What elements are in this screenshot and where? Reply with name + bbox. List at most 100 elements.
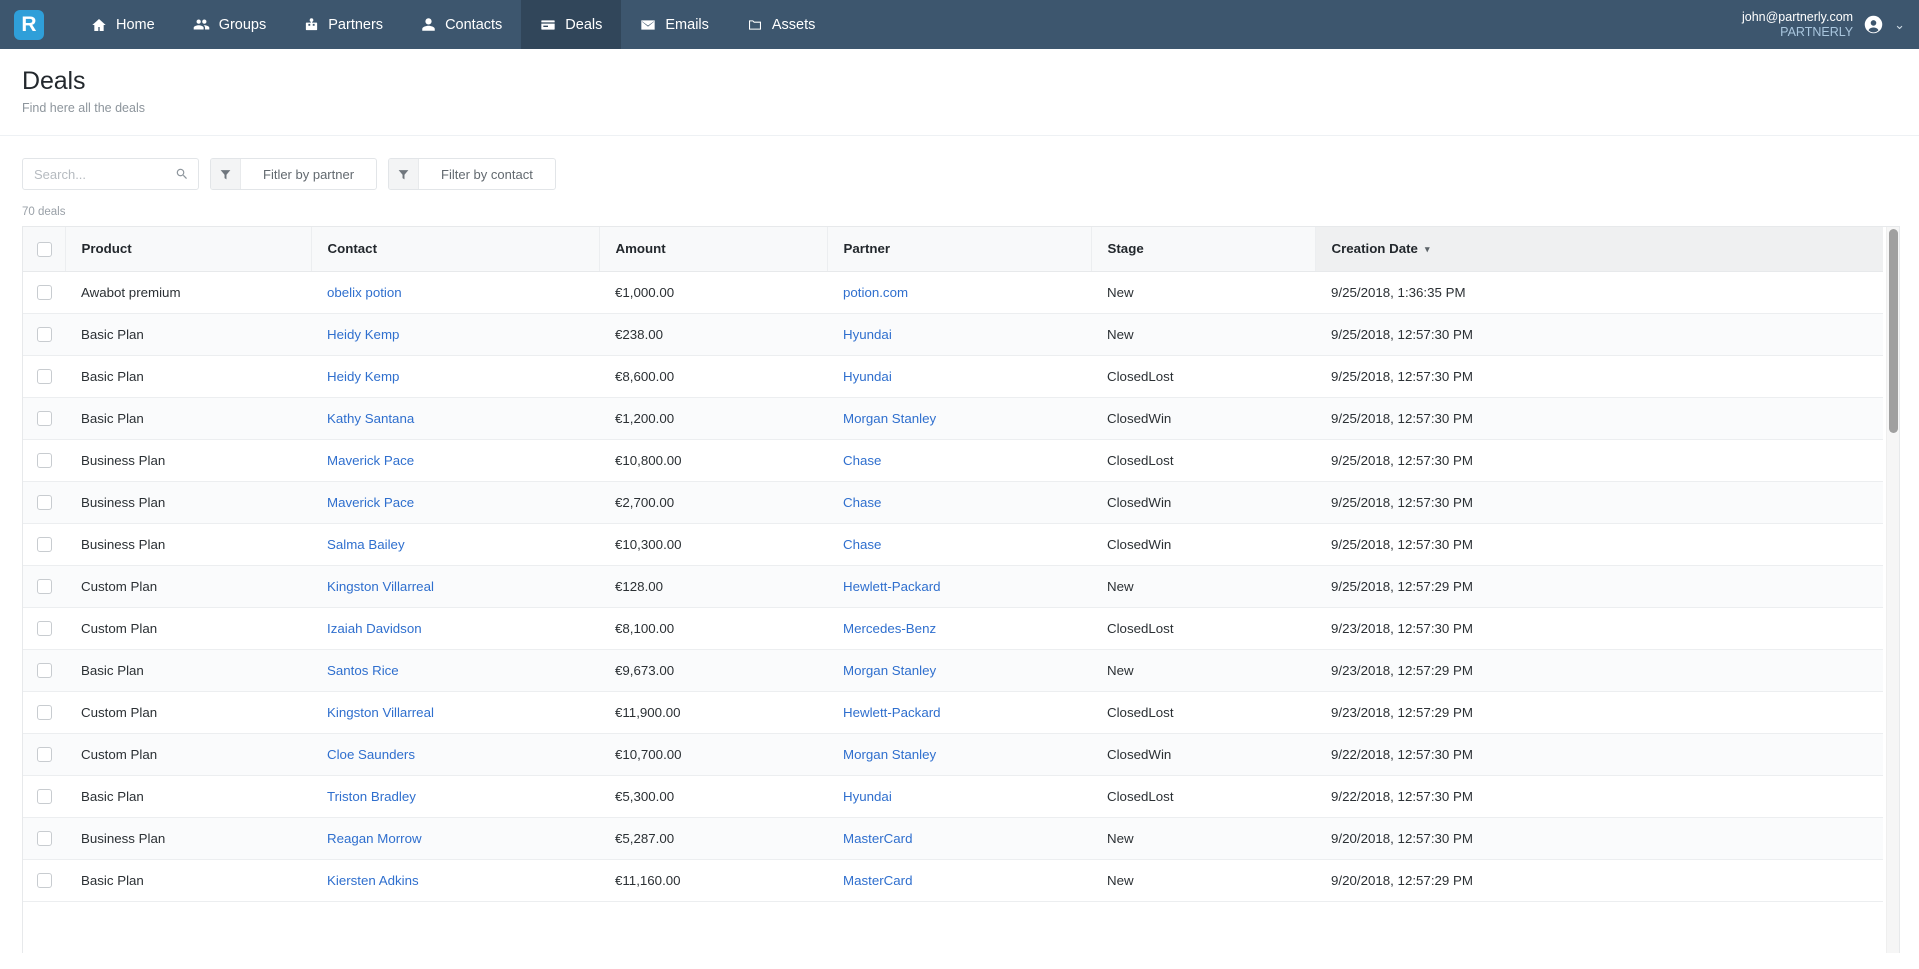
table-row[interactable]: Business Plan Reagan Morrow €5,287.00 Maste… bbox=[23, 817, 1883, 860]
cell-partner-link[interactable]: Hyundai bbox=[827, 355, 1091, 398]
cell-contact-link-text[interactable]: Maverick Pace bbox=[327, 495, 414, 510]
nav-item-partners[interactable]: Partners bbox=[285, 0, 402, 49]
table-row[interactable]: Basic Plan Triston Bradley €5,300.00 Hyunda… bbox=[23, 775, 1883, 818]
cell-partner-link[interactable]: Morgan Stanley bbox=[827, 733, 1091, 776]
filter-by-partner-button[interactable]: Fitler by partner bbox=[210, 158, 378, 190]
cell-partner-link-text[interactable]: Hyundai bbox=[843, 327, 892, 342]
row-checkbox[interactable] bbox=[37, 620, 52, 636]
cell-contact-link[interactable]: Izaiah Davidson bbox=[311, 607, 599, 650]
table-row[interactable]: Basic Plan Kathy Santana €1,200.00 Morgan S… bbox=[23, 397, 1883, 440]
column-header-stage[interactable]: Stage bbox=[1091, 227, 1316, 272]
table-row[interactable]: Custom Plan Kingston Villarreal €11,900.00… bbox=[23, 691, 1883, 734]
table-row[interactable]: Custom Plan Izaiah Davidson €8,100.00 Merce… bbox=[23, 607, 1883, 650]
nav-item-groups[interactable]: Groups bbox=[174, 0, 286, 49]
row-checkbox[interactable] bbox=[37, 410, 52, 426]
cell-partner-link[interactable]: Chase bbox=[827, 439, 1091, 482]
select-all-checkbox[interactable] bbox=[37, 241, 52, 257]
cell-partner-link[interactable]: Chase bbox=[827, 523, 1091, 566]
cell-contact-link-text[interactable]: Santos Rice bbox=[327, 663, 399, 678]
cell-partner-link-text[interactable]: Hewlett-Packard bbox=[843, 579, 941, 594]
cell-partner-link-text[interactable]: Chase bbox=[843, 537, 881, 552]
scrollbar-thumb[interactable] bbox=[1889, 229, 1898, 433]
row-checkbox[interactable] bbox=[37, 284, 52, 300]
table-row[interactable]: Custom Plan Kingston Villarreal €128.00 Hew… bbox=[23, 565, 1883, 608]
cell-contact-link[interactable]: Heidy Kemp bbox=[311, 355, 599, 398]
nav-item-assets[interactable]: Assets bbox=[728, 0, 835, 49]
row-checkbox[interactable] bbox=[37, 368, 52, 384]
row-checkbox[interactable] bbox=[37, 578, 52, 594]
column-header-contact[interactable]: Contact bbox=[311, 227, 600, 272]
nav-item-emails[interactable]: Emails bbox=[621, 0, 728, 49]
cell-partner-link-text[interactable]: Morgan Stanley bbox=[843, 747, 936, 762]
user-account-area[interactable]: john@partnerly.com PARTNERLY ⌄ bbox=[1742, 0, 1919, 49]
nav-item-deals[interactable]: Deals bbox=[521, 0, 622, 49]
cell-partner-link[interactable]: MasterCard bbox=[827, 817, 1091, 860]
table-row[interactable]: Basic Plan Kiersten Adkins €11,160.00 Maste… bbox=[23, 859, 1883, 902]
cell-partner-link-text[interactable]: Mercedes-Benz bbox=[843, 621, 936, 636]
cell-partner-link-text[interactable]: Chase bbox=[843, 495, 881, 510]
cell-contact-link[interactable]: Salma Bailey bbox=[311, 523, 599, 566]
cell-contact-link-text[interactable]: Heidy Kemp bbox=[327, 369, 399, 384]
cell-contact-link[interactable]: Cloe Saunders bbox=[311, 733, 599, 776]
row-checkbox[interactable] bbox=[37, 704, 52, 720]
table-row[interactable]: Basic Plan Heidy Kemp €8,600.00 Hyundai Clos… bbox=[23, 355, 1883, 398]
cell-partner-link[interactable]: Morgan Stanley bbox=[827, 649, 1091, 692]
row-checkbox[interactable] bbox=[37, 830, 52, 846]
row-checkbox[interactable] bbox=[37, 788, 52, 804]
table-row[interactable]: Business Plan Maverick Pace €2,700.00 Chase… bbox=[23, 481, 1883, 524]
cell-contact-link[interactable]: Kiersten Adkins bbox=[311, 859, 599, 902]
cell-partner-link[interactable]: Mercedes-Benz bbox=[827, 607, 1091, 650]
cell-partner-link-text[interactable]: MasterCard bbox=[843, 831, 912, 846]
cell-partner-link-text[interactable]: Morgan Stanley bbox=[843, 411, 936, 426]
cell-contact-link[interactable]: Triston Bradley bbox=[311, 775, 599, 818]
cell-contact-link-text[interactable]: Triston Bradley bbox=[327, 789, 416, 804]
search-box[interactable] bbox=[22, 158, 199, 190]
cell-contact-link-text[interactable]: Kingston Villarreal bbox=[327, 579, 434, 594]
cell-contact-link-text[interactable]: Izaiah Davidson bbox=[327, 621, 422, 636]
cell-contact-link-text[interactable]: Heidy Kemp bbox=[327, 327, 399, 342]
table-row[interactable]: Awabot premium obelix potion €1,000.00 poti… bbox=[23, 271, 1883, 314]
row-checkbox[interactable] bbox=[37, 662, 52, 678]
cell-contact-link[interactable]: Maverick Pace bbox=[311, 439, 599, 482]
cell-contact-link-text[interactable]: obelix potion bbox=[327, 285, 402, 300]
cell-contact-link[interactable]: Santos Rice bbox=[311, 649, 599, 692]
chevron-down-icon[interactable]: ⌄ bbox=[1894, 18, 1905, 31]
cell-partner-link[interactable]: Hewlett-Packard bbox=[827, 691, 1091, 734]
cell-partner-link[interactable]: Hewlett-Packard bbox=[827, 565, 1091, 608]
search-icon[interactable] bbox=[175, 167, 189, 181]
table-row[interactable]: Business Plan Maverick Pace €10,800.00 Chas… bbox=[23, 439, 1883, 482]
app-logo[interactable]: R bbox=[0, 0, 54, 49]
cell-contact-link-text[interactable]: Kathy Santana bbox=[327, 411, 414, 426]
cell-contact-link[interactable]: Maverick Pace bbox=[311, 481, 599, 524]
cell-contact-link[interactable]: Kingston Villarreal bbox=[311, 691, 599, 734]
search-input[interactable] bbox=[23, 159, 198, 189]
cell-partner-link[interactable]: Hyundai bbox=[827, 775, 1091, 818]
table-row[interactable]: Basic Plan Heidy Kemp €238.00 Hyundai New 9/2… bbox=[23, 313, 1883, 356]
table-row[interactable]: Custom Plan Cloe Saunders €10,700.00 Morgan… bbox=[23, 733, 1883, 776]
cell-partner-link-text[interactable]: Hewlett-Packard bbox=[843, 705, 941, 720]
cell-contact-link[interactable]: Kathy Santana bbox=[311, 397, 599, 440]
column-header-creation-date[interactable]: Creation Date ▾ bbox=[1315, 227, 1883, 272]
cell-partner-link-text[interactable]: MasterCard bbox=[843, 873, 912, 888]
cell-partner-link[interactable]: Chase bbox=[827, 481, 1091, 524]
cell-partner-link[interactable]: MasterCard bbox=[827, 859, 1091, 902]
column-header-product[interactable]: Product bbox=[65, 227, 312, 272]
table-row[interactable]: Basic Plan Santos Rice €9,673.00 Morgan Sta… bbox=[23, 649, 1883, 692]
row-checkbox[interactable] bbox=[37, 746, 52, 762]
vertical-scrollbar[interactable] bbox=[1886, 227, 1899, 953]
column-header-partner[interactable]: Partner bbox=[827, 227, 1092, 272]
cell-contact-link-text[interactable]: Reagan Morrow bbox=[327, 831, 422, 846]
column-header-amount[interactable]: Amount bbox=[599, 227, 828, 272]
cell-partner-link-text[interactable]: Morgan Stanley bbox=[843, 663, 936, 678]
cell-contact-link[interactable]: obelix potion bbox=[311, 271, 599, 314]
cell-contact-link-text[interactable]: Maverick Pace bbox=[327, 453, 414, 468]
cell-partner-link[interactable]: Morgan Stanley bbox=[827, 397, 1091, 440]
row-checkbox[interactable] bbox=[37, 494, 52, 510]
cell-partner-link[interactable]: Hyundai bbox=[827, 313, 1091, 356]
row-checkbox[interactable] bbox=[37, 536, 52, 552]
cell-contact-link-text[interactable]: Cloe Saunders bbox=[327, 747, 415, 762]
cell-contact-link-text[interactable]: Kingston Villarreal bbox=[327, 705, 434, 720]
filter-by-contact-button[interactable]: Filter by contact bbox=[388, 158, 556, 190]
table-row[interactable]: Business Plan Salma Bailey €10,300.00 Chase… bbox=[23, 523, 1883, 566]
cell-contact-link[interactable]: Heidy Kemp bbox=[311, 313, 599, 356]
